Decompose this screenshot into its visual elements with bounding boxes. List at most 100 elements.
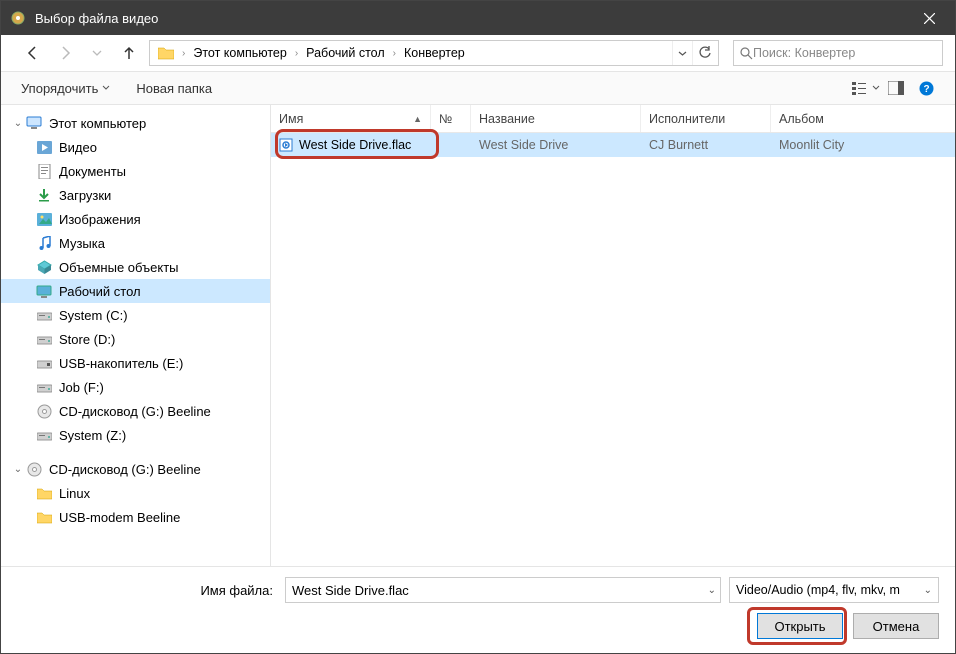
sidebar-item[interactable]: Изображения <box>1 207 270 231</box>
view-mode-button[interactable] <box>851 75 881 101</box>
download-icon <box>35 187 53 203</box>
col-artist[interactable]: Исполнители <box>641 105 771 132</box>
new-folder-label: Новая папка <box>136 81 212 96</box>
tree-label: Store (D:) <box>59 332 115 347</box>
col-title[interactable]: Название <box>471 105 641 132</box>
sidebar-item[interactable]: Linux <box>1 481 270 505</box>
sidebar-this-pc[interactable]: ⌄ Этот компьютер <box>1 111 270 135</box>
sidebar-item[interactable]: Рабочий стол <box>1 279 270 303</box>
search-box[interactable] <box>733 40 943 66</box>
chevron-right-icon: › <box>180 48 187 59</box>
cancel-button[interactable]: Отмена <box>853 613 939 639</box>
file-type-filter[interactable]: Video/Audio (mp4, flv, mkv, m ⌄ <box>729 577 939 603</box>
video-icon <box>35 139 53 155</box>
tree-label: Музыка <box>59 236 105 251</box>
cd-icon <box>35 403 53 419</box>
usb-icon <box>35 355 53 371</box>
sidebar-item[interactable]: Документы <box>1 159 270 183</box>
sidebar-item[interactable]: Store (D:) <box>1 327 270 351</box>
organize-label: Упорядочить <box>21 81 98 96</box>
filter-label: Video/Audio (mp4, flv, mkv, m <box>736 583 900 597</box>
file-album-cell: Moonlit City <box>771 138 955 152</box>
folder-icon <box>156 43 176 63</box>
tree-label: System (Z:) <box>59 428 126 443</box>
tree-label: Видео <box>59 140 97 155</box>
drive-icon <box>35 331 53 347</box>
recent-dropdown[interactable] <box>85 41 109 65</box>
sidebar-item[interactable]: Job (F:) <box>1 375 270 399</box>
sidebar-item[interactable]: Видео <box>1 135 270 159</box>
help-button[interactable]: ? <box>911 75 941 101</box>
sidebar-item[interactable]: USB-modem Beeline <box>1 505 270 529</box>
drive-icon <box>35 379 53 395</box>
tree-label: CD-дисковод (G:) Beeline <box>49 462 201 477</box>
svg-text:?: ? <box>923 84 929 95</box>
folder-icon <box>35 509 53 525</box>
sidebar-item[interactable]: Музыка <box>1 231 270 255</box>
cd-icon <box>25 461 43 477</box>
search-input[interactable] <box>753 46 936 60</box>
drive-icon <box>35 427 53 443</box>
breadcrumb-item[interactable]: Этот компьютер <box>187 41 292 65</box>
toolbar: Упорядочить Новая папка ? <box>1 71 955 105</box>
tree-label: Изображения <box>59 212 141 227</box>
sidebar: ⌄ Этот компьютер Видео Документы Загрузки И… <box>1 105 271 566</box>
chevron-down-icon[interactable]: ⌄ <box>708 585 716 596</box>
breadcrumb-item[interactable]: Рабочий стол <box>300 41 390 65</box>
expander-icon: ⌄ <box>11 464 25 475</box>
sort-asc-icon: ▲ <box>413 114 422 124</box>
tree-label: Рабочий стол <box>59 284 141 299</box>
sidebar-item[interactable]: CD-дисковод (G:) Beeline <box>1 399 270 423</box>
breadcrumb-item[interactable]: Конвертер <box>398 41 471 65</box>
tree-label: USB-modem Beeline <box>59 510 180 525</box>
music-icon <box>35 235 53 251</box>
col-album[interactable]: Альбом <box>771 105 955 132</box>
navbar: › Этот компьютер › Рабочий стол › Конвер… <box>1 35 955 71</box>
file-open-dialog: Выбор файла видео › Этот компьютер › Раб… <box>0 0 956 654</box>
preview-pane-button[interactable] <box>881 75 911 101</box>
col-number[interactable]: № <box>431 105 471 132</box>
sidebar-item[interactable]: USB-накопитель (E:) <box>1 351 270 375</box>
organize-button[interactable]: Упорядочить <box>15 77 116 100</box>
filename-value: West Side Drive.flac <box>292 583 409 598</box>
breadcrumb-dropdown[interactable] <box>672 41 692 65</box>
footer: Имя файла: West Side Drive.flac ⌄ Video/… <box>1 566 955 653</box>
expander-icon: ⌄ <box>11 118 25 129</box>
tree-label: Объемные объекты <box>59 260 179 275</box>
filename-input[interactable]: West Side Drive.flac ⌄ <box>285 577 721 603</box>
dialog-body: ⌄ Этот компьютер Видео Документы Загрузки И… <box>1 105 955 566</box>
new-folder-button[interactable]: Новая папка <box>130 77 218 100</box>
close-button[interactable] <box>907 1 951 35</box>
open-button[interactable]: Открыть <box>757 613 843 639</box>
tree-label: Linux <box>59 486 90 501</box>
refresh-button[interactable] <box>692 41 716 65</box>
flac-icon <box>279 138 293 152</box>
filename-label: Имя файла: <box>17 583 277 598</box>
titlebar: Выбор файла видео <box>1 1 955 35</box>
sidebar-item[interactable]: Объемные объекты <box>1 255 270 279</box>
chevron-down-icon: ⌄ <box>924 585 932 596</box>
file-list: Имя▲ № Название Исполнители Альбом West … <box>271 105 955 566</box>
back-button[interactable] <box>21 41 45 65</box>
sidebar-item[interactable]: Загрузки <box>1 183 270 207</box>
doc-icon <box>35 163 53 179</box>
tree-label: Загрузки <box>59 188 111 203</box>
file-row[interactable]: West Side Drive.flacWest Side DriveCJ Bu… <box>271 133 955 157</box>
forward-button[interactable] <box>53 41 77 65</box>
breadcrumb-bar[interactable]: › Этот компьютер › Рабочий стол › Конвер… <box>149 40 719 66</box>
up-button[interactable] <box>117 41 141 65</box>
app-icon <box>11 10 27 26</box>
pc-icon <box>25 115 43 131</box>
search-icon <box>740 47 753 60</box>
tree-label: Этот компьютер <box>49 116 146 131</box>
sidebar-cd-drive[interactable]: ⌄ CD-дисковод (G:) Beeline <box>1 457 270 481</box>
desktop-icon <box>35 283 53 299</box>
chevron-right-icon: › <box>391 48 398 59</box>
sidebar-item[interactable]: System (C:) <box>1 303 270 327</box>
tree-label: CD-дисковод (G:) Beeline <box>59 404 211 419</box>
file-title-cell: West Side Drive <box>471 138 641 152</box>
sidebar-item[interactable]: System (Z:) <box>1 423 270 447</box>
col-name[interactable]: Имя▲ <box>271 105 431 132</box>
3d-icon <box>35 259 53 275</box>
file-artist-cell: CJ Burnett <box>641 138 771 152</box>
